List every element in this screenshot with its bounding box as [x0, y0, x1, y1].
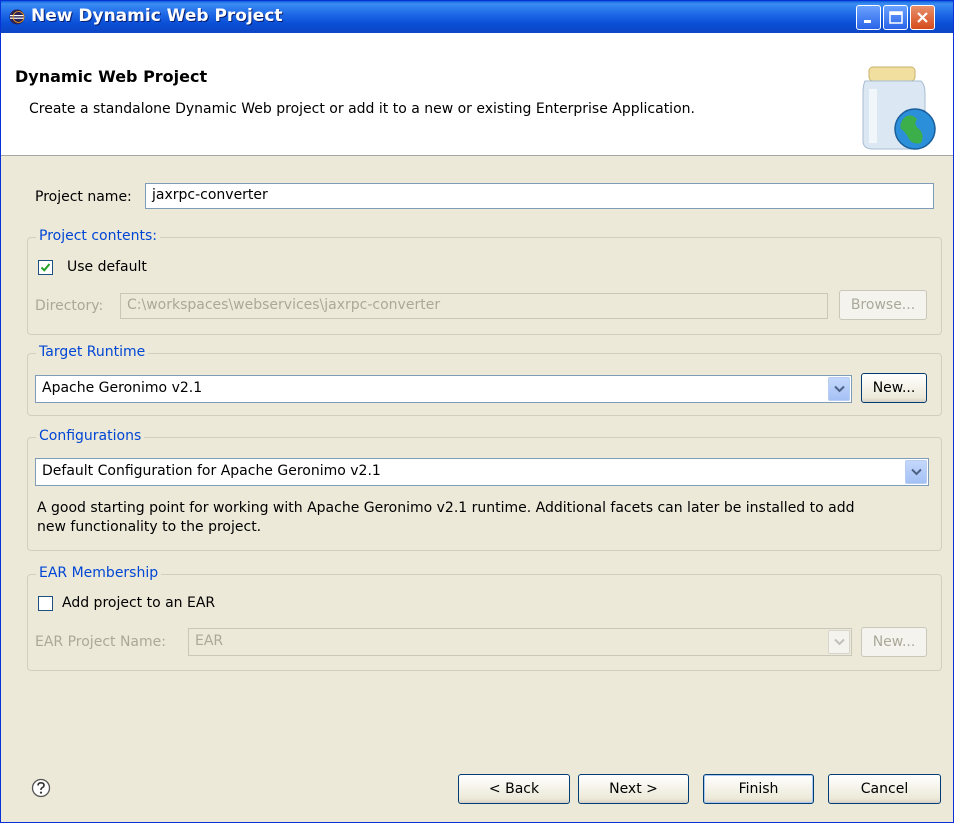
- ear-project-value: EAR: [195, 633, 224, 649]
- directory-label: Directory:: [35, 298, 104, 314]
- dialog-content: Project name: jaxrpc-converter Project c…: [1, 156, 953, 754]
- add-to-ear-checkbox[interactable]: [38, 596, 53, 611]
- use-default-label: Use default: [67, 259, 147, 275]
- back-button[interactable]: < Back: [458, 774, 570, 804]
- directory-input[interactable]: C:\workspaces\webservices\jaxrpc-convert…: [120, 293, 828, 319]
- maximize-button[interactable]: [883, 5, 908, 30]
- chevron-down-icon[interactable]: [828, 630, 850, 654]
- window-title: New Dynamic Web Project: [31, 6, 283, 26]
- project-contents-group: Project contents:: [27, 228, 942, 335]
- add-to-ear-label: Add project to an EAR: [62, 595, 216, 611]
- checkmark-icon: [40, 263, 51, 272]
- web-project-jar-globe-icon: [855, 65, 937, 157]
- dialog-window: New Dynamic Web Project Dynamic Web Proj…: [0, 0, 954, 823]
- configurations-title: Configurations: [36, 428, 145, 444]
- page-title: Dynamic Web Project: [15, 67, 208, 86]
- project-name-input[interactable]: jaxrpc-converter: [145, 183, 934, 209]
- ear-membership-group: EAR Membership: [27, 565, 942, 671]
- chevron-down-icon[interactable]: [905, 460, 927, 484]
- target-runtime-select[interactable]: Apache Geronimo v2.1: [35, 375, 852, 403]
- ear-project-select[interactable]: EAR: [188, 628, 852, 656]
- page-description: Create a standalone Dynamic Web project …: [29, 101, 695, 117]
- title-bar[interactable]: New Dynamic Web Project: [1, 1, 953, 33]
- minimize-button[interactable]: [856, 5, 881, 30]
- chevron-down-icon[interactable]: [828, 377, 850, 401]
- help-question-icon[interactable]: [31, 778, 51, 802]
- header-banner: Dynamic Web Project Create a standalone …: [1, 33, 953, 156]
- configuration-select[interactable]: Default Configuration for Apache Geronim…: [35, 458, 929, 486]
- ear-membership-title: EAR Membership: [36, 565, 162, 581]
- use-default-checkbox[interactable]: [38, 260, 53, 275]
- close-button[interactable]: [910, 5, 935, 30]
- configuration-value: Default Configuration for Apache Geronim…: [42, 463, 381, 479]
- target-runtime-title: Target Runtime: [36, 344, 149, 360]
- browse-button[interactable]: Browse...: [839, 290, 927, 320]
- dialog-footer: < Back Next > Finish Cancel: [1, 754, 953, 822]
- finish-button[interactable]: Finish: [703, 774, 814, 804]
- new-ear-button[interactable]: New...: [861, 627, 927, 657]
- cancel-button[interactable]: Cancel: [828, 774, 941, 804]
- eclipse-icon: [9, 9, 25, 25]
- configuration-description-line1: A good starting point for working with A…: [37, 500, 855, 516]
- next-button[interactable]: Next >: [578, 774, 689, 804]
- project-name-label: Project name:: [35, 189, 132, 205]
- maximize-icon: [889, 11, 903, 24]
- target-runtime-value: Apache Geronimo v2.1: [42, 380, 203, 396]
- minimize-icon: [864, 20, 871, 23]
- close-icon: [917, 12, 928, 23]
- configuration-description-line2: new functionality to the project.: [37, 519, 262, 535]
- new-runtime-button[interactable]: New...: [861, 373, 927, 403]
- project-contents-title: Project contents:: [36, 228, 160, 244]
- ear-project-name-label: EAR Project Name:: [35, 634, 166, 650]
